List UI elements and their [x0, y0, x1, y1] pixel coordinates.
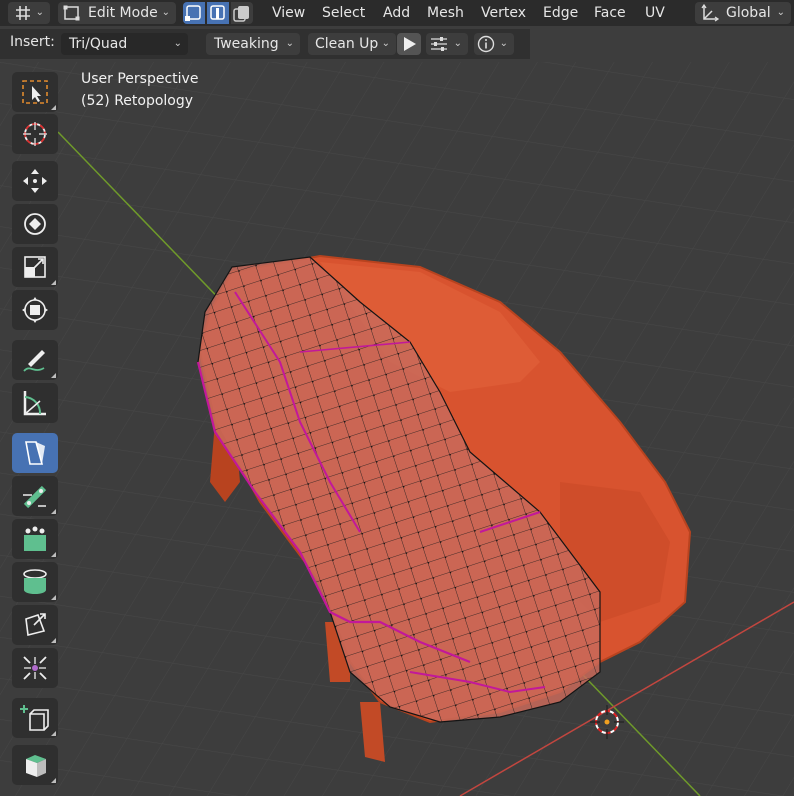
insert-value: Tri/Quad: [69, 36, 128, 52]
info-dropdown[interactable]: ⌄: [474, 33, 514, 55]
transform-icon: [22, 297, 48, 323]
view-name: User Perspective: [81, 71, 199, 87]
shrink-fatten-icon: [25, 613, 46, 636]
submenu-indicator: [51, 373, 56, 378]
poly-build-icon: [25, 441, 45, 465]
chevron-down-icon: ⌄: [776, 7, 785, 18]
chevron-down-icon: ⌄: [35, 7, 44, 18]
edge-slide-icon: [23, 485, 47, 509]
chevron-down-icon: ⌄: [173, 38, 182, 49]
extrude-tool[interactable]: [12, 519, 58, 559]
spin-tool[interactable]: [12, 562, 58, 602]
insert-dropdown[interactable]: Tri/Quad ⌄: [61, 33, 188, 55]
poly-build-tool[interactable]: [12, 433, 58, 473]
play-icon: [404, 37, 416, 51]
menu-mesh[interactable]: Mesh: [427, 2, 464, 24]
tool-settings-bar: Insert: Tri/Quad ⌄ Tweaking ⌄ Clean Up ⌄…: [0, 29, 530, 59]
face-select-button[interactable]: [231, 2, 253, 24]
submenu-indicator: [51, 280, 56, 285]
menu-view[interactable]: View: [272, 2, 305, 24]
options-dropdown[interactable]: ⌄: [426, 33, 468, 55]
shear-icon: [23, 656, 47, 680]
info-icon: [477, 35, 495, 53]
mode-dropdown[interactable]: Edit Mode ⌄: [58, 2, 176, 24]
transform-tool[interactable]: [12, 290, 58, 330]
measure-tool[interactable]: [12, 383, 58, 423]
edge-select-button[interactable]: [207, 2, 229, 24]
face-select-icon: [233, 6, 249, 22]
cleanup-label: Clean Up: [315, 36, 379, 52]
menu-edge[interactable]: Edge: [543, 2, 578, 24]
measure-icon: [23, 391, 46, 416]
scale-tool[interactable]: [12, 247, 58, 287]
vertex-select-button[interactable]: [183, 2, 205, 24]
orientation-dropdown[interactable]: Global ⌄: [695, 2, 791, 24]
spin-icon: [23, 569, 47, 594]
select-box-icon: [22, 80, 48, 104]
cube-tool[interactable]: [12, 745, 58, 785]
shear-tool[interactable]: [12, 648, 58, 688]
submenu-indicator: [51, 552, 56, 557]
chevron-down-icon: ⌄: [285, 38, 294, 49]
menu-face[interactable]: Face: [594, 2, 626, 24]
select-box-tool[interactable]: [12, 72, 58, 112]
insert-label: Insert:: [10, 34, 55, 50]
move-icon: [23, 169, 47, 193]
menu-add[interactable]: Add: [383, 2, 410, 24]
annotate-icon: [23, 350, 45, 372]
menu-vertex[interactable]: Vertex: [481, 2, 526, 24]
tweaking-dropdown[interactable]: Tweaking ⌄: [206, 33, 300, 55]
edge-slide-tool[interactable]: [12, 476, 58, 516]
chevron-down-icon: ⌄: [161, 7, 170, 18]
shrink-fatten-tool[interactable]: [12, 605, 58, 645]
scale-icon: [24, 256, 46, 278]
extrude-icon: [24, 526, 46, 551]
edit-mode-icon: [63, 5, 80, 21]
orientation-label: Global: [726, 5, 771, 21]
sliders-icon: [431, 37, 447, 51]
rotate-tool[interactable]: [12, 204, 58, 244]
mode-label: Edit Mode: [88, 5, 158, 21]
transform-orientation-icon: [701, 3, 720, 22]
cube-icon: [26, 755, 46, 777]
submenu-indicator: [51, 778, 56, 783]
3d-viewport[interactable]: User Perspective (52) Retopology: [0, 62, 794, 796]
menu-uv[interactable]: UV: [645, 2, 665, 24]
chevron-down-icon: ⌄: [381, 38, 390, 49]
object-info: (52) Retopology: [81, 93, 194, 109]
annotate-tool[interactable]: [12, 340, 58, 380]
cursor-icon: [23, 122, 47, 146]
submenu-indicator: [51, 731, 56, 736]
cleanup-dropdown[interactable]: Clean Up ⌄: [308, 33, 396, 55]
add-cube-tool[interactable]: [12, 698, 58, 738]
edge-select-icon: [210, 5, 225, 20]
add-cube-icon: [20, 705, 49, 731]
rotate-icon: [24, 213, 46, 235]
header-bar: ⌄ Edit Mode ⌄ View Select Add Mesh Verte…: [0, 0, 794, 26]
menu-select[interactable]: Select: [322, 2, 365, 24]
cursor-tool[interactable]: [12, 114, 58, 154]
grid-icon: [16, 6, 30, 20]
chevron-down-icon: ⌄: [499, 38, 508, 49]
submenu-indicator: [51, 638, 56, 643]
tweaking-label: Tweaking: [214, 36, 279, 52]
editor-type-button[interactable]: ⌄: [8, 2, 50, 24]
vertex-select-icon: [185, 5, 201, 21]
submenu-indicator: [51, 595, 56, 600]
play-button[interactable]: [397, 33, 421, 55]
move-tool[interactable]: [12, 161, 58, 201]
viewport-scene: [0, 62, 794, 796]
submenu-indicator: [51, 509, 56, 514]
submenu-indicator: [51, 105, 56, 110]
chevron-down-icon: ⌄: [453, 38, 462, 49]
